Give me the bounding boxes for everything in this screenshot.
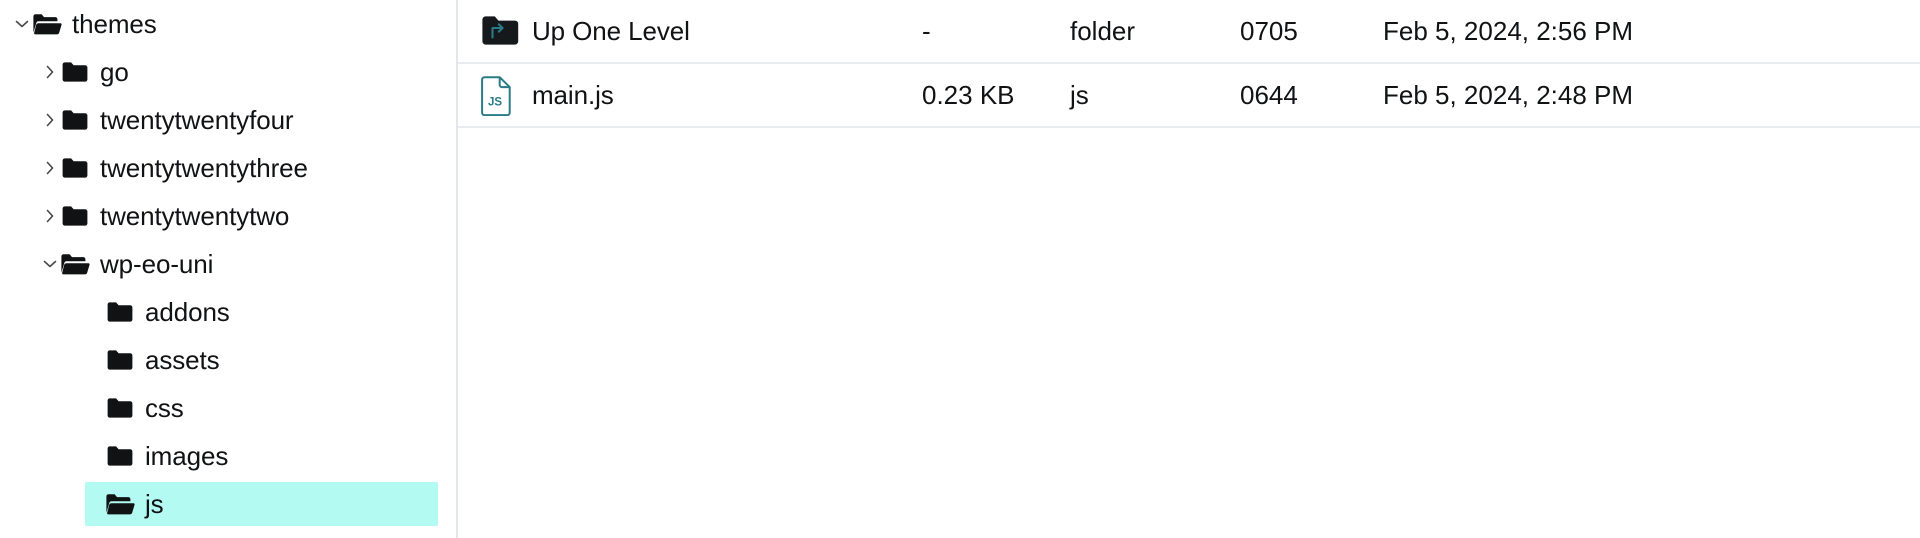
folder-closed-icon (105, 345, 135, 375)
tree-item-label: addons (145, 297, 230, 327)
file-size-cell: 0.23 KB (922, 79, 1015, 110)
tree-item-js[interactable]: js (0, 480, 458, 528)
tree-item-label: js (145, 489, 164, 519)
chevron-right-icon[interactable] (40, 62, 60, 82)
file-size-cell: - (922, 15, 931, 46)
file-type-cell: folder (1070, 15, 1136, 46)
folder-closed-icon (105, 441, 135, 471)
file-listing-rows: Up One Level - folder 0705 Feb 5, 2024, 2:56… (458, 0, 1920, 128)
file-type-cell: js (1070, 79, 1089, 110)
tree-item-label: twentytwentythree (100, 153, 308, 183)
file-modified-cell: Feb 5, 2024, 2:56 PM (1383, 15, 1634, 46)
tree-item-hit-area[interactable]: css (85, 386, 438, 430)
tree-item-hit-area[interactable]: go (36, 50, 139, 94)
chevron-right-icon[interactable] (40, 110, 60, 130)
file-name-cell: Up One Level (532, 15, 690, 46)
chevron-down-icon[interactable] (40, 254, 60, 274)
tree-item-assets[interactable]: assets (0, 336, 458, 384)
file-tree: themes go twentytwentyfour twentytwentythre… (0, 0, 458, 528)
folder-open-icon (32, 9, 62, 39)
chevron-right-icon[interactable] (40, 206, 60, 226)
tree-item-hit-area[interactable]: wp-eo-uni (36, 242, 223, 286)
tree-item-label: assets (145, 345, 220, 375)
tree-item-hit-area[interactable]: twentytwentythree (36, 146, 318, 190)
tree-item-label: themes (72, 9, 157, 39)
tree-item-hit-area[interactable]: js (85, 482, 438, 526)
folder-closed-icon (60, 153, 90, 183)
tree-item-themes[interactable]: themes (0, 0, 458, 48)
folder-up-one-level-icon (480, 12, 532, 50)
tree-item-wp-eo-uni[interactable]: wp-eo-uni (0, 240, 458, 288)
file-permissions-cell: 0644 (1240, 79, 1298, 110)
tree-item-label: twentytwentytwo (100, 201, 290, 231)
tree-item-twentytwentythree[interactable]: twentytwentythree (0, 144, 458, 192)
tree-item-label: twentytwentyfour (100, 105, 294, 135)
file-row[interactable]: JS main.js 0.23 KB js 0644 Feb 5, 2024, 2:48 … (458, 64, 1920, 128)
tree-item-label: css (145, 393, 184, 423)
tree-item-twentytwentytwo[interactable]: twentytwentytwo (0, 192, 458, 240)
tree-item-hit-area[interactable]: twentytwentytwo (36, 194, 299, 238)
folder-closed-icon (105, 393, 135, 423)
file-name-cell: main.js (532, 79, 614, 110)
tree-item-label: go (100, 57, 129, 87)
folder-open-icon (60, 249, 90, 279)
tree-item-hit-area[interactable]: addons (85, 290, 438, 334)
file-row[interactable]: Up One Level - folder 0705 Feb 5, 2024, 2:56… (458, 0, 1920, 64)
tree-item-addons[interactable]: addons (0, 288, 458, 336)
folder-closed-icon (60, 201, 90, 231)
chevron-right-icon[interactable] (40, 158, 60, 178)
sidebar-file-tree-panel: themes go twentytwentyfour twentytwentythre… (0, 0, 458, 538)
folder-closed-icon (60, 105, 90, 135)
tree-item-hit-area[interactable]: themes (8, 2, 167, 46)
js-file-icon: JS (480, 74, 532, 116)
tree-item-css[interactable]: css (0, 384, 458, 432)
tree-item-images[interactable]: images (0, 432, 458, 480)
chevron-down-icon[interactable] (12, 14, 32, 34)
tree-item-label: images (145, 441, 229, 471)
tree-item-go[interactable]: go (0, 48, 458, 96)
file-listing-panel: Up One Level - folder 0705 Feb 5, 2024, 2:56… (458, 0, 1920, 538)
tree-item-hit-area[interactable]: assets (85, 338, 438, 382)
tree-item-hit-area[interactable]: images (85, 434, 438, 478)
file-manager-window: themes go twentytwentyfour twentytwentythre… (0, 0, 1920, 538)
folder-open-icon (105, 489, 135, 519)
tree-item-hit-area[interactable]: twentytwentyfour (36, 98, 304, 142)
folder-closed-icon (60, 57, 90, 87)
file-permissions-cell: 0705 (1240, 15, 1298, 46)
svg-text:JS: JS (488, 97, 502, 109)
tree-item-twentytwentyfour[interactable]: twentytwentyfour (0, 96, 458, 144)
folder-closed-icon (105, 297, 135, 327)
file-modified-cell: Feb 5, 2024, 2:48 PM (1383, 79, 1634, 110)
tree-item-label: wp-eo-uni (100, 249, 214, 279)
